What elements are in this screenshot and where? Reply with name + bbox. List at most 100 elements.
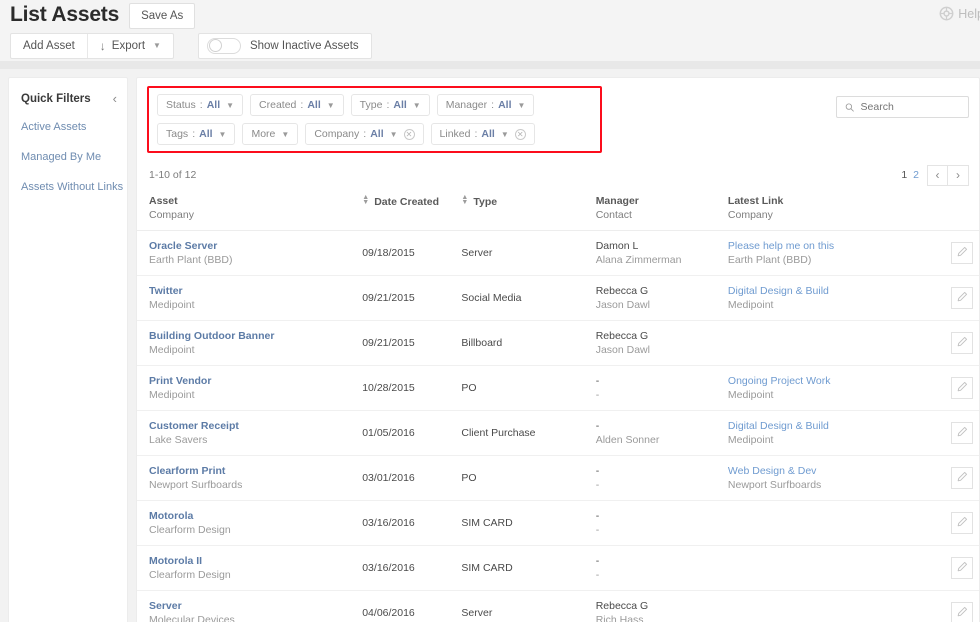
asset-company: Clearform Design [149, 569, 362, 581]
cell-latest-link [728, 321, 929, 366]
column-header-asset[interactable]: Asset Company [137, 187, 362, 231]
chevron-down-icon: ▼ [413, 101, 421, 110]
asset-name-link[interactable]: Oracle Server [149, 240, 362, 252]
asset-name-link[interactable]: Motorola [149, 510, 362, 522]
search-box[interactable] [836, 96, 969, 118]
page-number-2[interactable]: 2 [913, 169, 919, 181]
table-row[interactable]: ServerMolecular Devices04/06/2016ServerR… [137, 591, 979, 622]
page-number-1[interactable]: 1 [901, 169, 907, 181]
cell-type: PO [461, 456, 595, 501]
table-row[interactable]: MotorolaClearform Design03/16/2016SIM CA… [137, 501, 979, 546]
column-header-type[interactable]: ▲▼Type [461, 187, 595, 231]
save-as-button[interactable]: Save As [129, 3, 195, 29]
column-header-manager-main: Manager [596, 195, 639, 207]
asset-name-link[interactable]: Building Outdoor Banner [149, 330, 362, 342]
cell-manager: -- [596, 366, 728, 411]
table-row[interactable]: Building Outdoor BannerMedipoint09/21/20… [137, 321, 979, 366]
export-button[interactable]: ↓ Export ▼ [88, 34, 173, 58]
cell-latest-link [728, 501, 929, 546]
edit-row-button[interactable] [951, 377, 973, 399]
cell-actions [929, 411, 979, 456]
add-asset-button[interactable]: Add Asset [11, 34, 87, 58]
filter-zone: Status: All ▼ Created: All ▼ Type: All ▼… [137, 78, 979, 153]
chevron-down-icon: ▼ [281, 130, 289, 139]
filter-chip-tags[interactable]: Tags: All ▼ [157, 123, 235, 145]
show-inactive-assets-control[interactable]: Show Inactive Assets [198, 33, 372, 59]
manager-contact: - [596, 479, 728, 491]
latest-link-title[interactable]: Ongoing Project Work [728, 375, 929, 387]
column-header-latest-link[interactable]: Latest Link Company [728, 187, 929, 231]
cell-asset: ServerMolecular Devices [137, 591, 362, 622]
filter-chip-status[interactable]: Status: All ▼ [157, 94, 243, 116]
help-link[interactable]: Help [939, 6, 980, 21]
edit-row-button[interactable] [951, 512, 973, 534]
sidebar-item-assets-without-links[interactable]: Assets Without Links [9, 181, 127, 193]
asset-company: Newport Surfboards [149, 479, 362, 491]
latest-link-title[interactable]: Digital Design & Build [728, 420, 929, 432]
cell-asset: TwitterMedipoint [137, 276, 362, 321]
asset-name-link[interactable]: Server [149, 600, 362, 612]
manager-name: Rebecca G [596, 330, 728, 342]
table-row[interactable]: TwitterMedipoint09/21/2015Social MediaRe… [137, 276, 979, 321]
column-header-date-created[interactable]: ▲▼Date Created [362, 187, 461, 231]
table-row[interactable]: Print VendorMedipoint10/28/2015PO--Ongoi… [137, 366, 979, 411]
latest-link-company: Earth Plant (BBD) [728, 254, 929, 266]
latest-link-title[interactable]: Digital Design & Build [728, 285, 929, 297]
filter-chip-more[interactable]: More ▼ [242, 123, 298, 145]
cell-type: Server [461, 591, 595, 622]
latest-link-title[interactable]: Web Design & Dev [728, 465, 929, 477]
remove-filter-icon[interactable]: ✕ [515, 129, 526, 140]
cell-asset: Oracle ServerEarth Plant (BBD) [137, 231, 362, 276]
filter-chip-more-name: More [251, 128, 275, 140]
edit-row-button[interactable] [951, 602, 973, 622]
filter-chip-manager[interactable]: Manager: All ▼ [437, 94, 535, 116]
show-inactive-assets-toggle[interactable] [207, 38, 241, 54]
column-header-asset-sub: Company [149, 209, 362, 221]
chevron-left-icon[interactable]: ‹ [113, 92, 117, 105]
edit-row-button[interactable] [951, 287, 973, 309]
cell-actions [929, 501, 979, 546]
chevron-down-icon: ▼ [153, 41, 161, 50]
edit-row-button[interactable] [951, 422, 973, 444]
remove-filter-icon[interactable]: ✕ [404, 129, 415, 140]
column-header-manager[interactable]: Manager Contact [596, 187, 728, 231]
latest-link-company: Medipoint [728, 299, 929, 311]
search-input[interactable] [861, 101, 960, 113]
sidebar-title: Quick Filters [21, 93, 91, 105]
filter-chip-created[interactable]: Created: All ▼ [250, 94, 344, 116]
table-row[interactable]: Motorola IIClearform Design03/16/2016SIM… [137, 546, 979, 591]
filter-chip-type[interactable]: Type: All ▼ [351, 94, 430, 116]
pencil-icon [956, 336, 968, 351]
filter-chip-linked[interactable]: Linked: All ▼ ✕ [431, 123, 535, 145]
table-row[interactable]: Oracle ServerEarth Plant (BBD)09/18/2015… [137, 231, 979, 276]
filter-chip-type-value: All [393, 99, 406, 111]
asset-name-link[interactable]: Print Vendor [149, 375, 362, 387]
prev-page-button[interactable]: ‹ [927, 165, 948, 186]
cell-actions [929, 276, 979, 321]
cell-actions [929, 546, 979, 591]
action-toolbar: Add Asset ↓ Export ▼ Show Inactive Asset… [0, 30, 980, 61]
page-body: Quick Filters ‹ Active Assets Managed By… [0, 69, 980, 622]
assets-table-body: Oracle ServerEarth Plant (BBD)09/18/2015… [137, 231, 979, 622]
sidebar-item-managed-by-me[interactable]: Managed By Me [9, 151, 127, 163]
asset-name-link[interactable]: Clearform Print [149, 465, 362, 477]
asset-name-link[interactable]: Twitter [149, 285, 362, 297]
asset-name-link[interactable]: Motorola II [149, 555, 362, 567]
next-page-button[interactable]: › [948, 165, 969, 186]
filter-chip-company[interactable]: Company: All ▼ ✕ [305, 123, 423, 145]
edit-row-button[interactable] [951, 242, 973, 264]
latest-link-title[interactable]: Please help me on this [728, 240, 929, 252]
cell-manager: Rebecca GJason Dawl [596, 276, 728, 321]
edit-row-button[interactable] [951, 332, 973, 354]
table-row[interactable]: Customer ReceiptLake Savers01/05/2016Cli… [137, 411, 979, 456]
edit-row-button[interactable] [951, 467, 973, 489]
filter-chip-manager-name: Manager [446, 99, 487, 111]
edit-row-button[interactable] [951, 557, 973, 579]
asset-name-link[interactable]: Customer Receipt [149, 420, 362, 432]
table-row[interactable]: Clearform PrintNewport Surfboards03/01/2… [137, 456, 979, 501]
search-icon [845, 102, 855, 113]
cell-manager: Rebecca GRich Hass [596, 591, 728, 622]
sidebar-item-active-assets[interactable]: Active Assets [9, 121, 127, 133]
show-inactive-assets-label: Show Inactive Assets [250, 40, 359, 52]
chevron-down-icon: ▼ [226, 101, 234, 110]
